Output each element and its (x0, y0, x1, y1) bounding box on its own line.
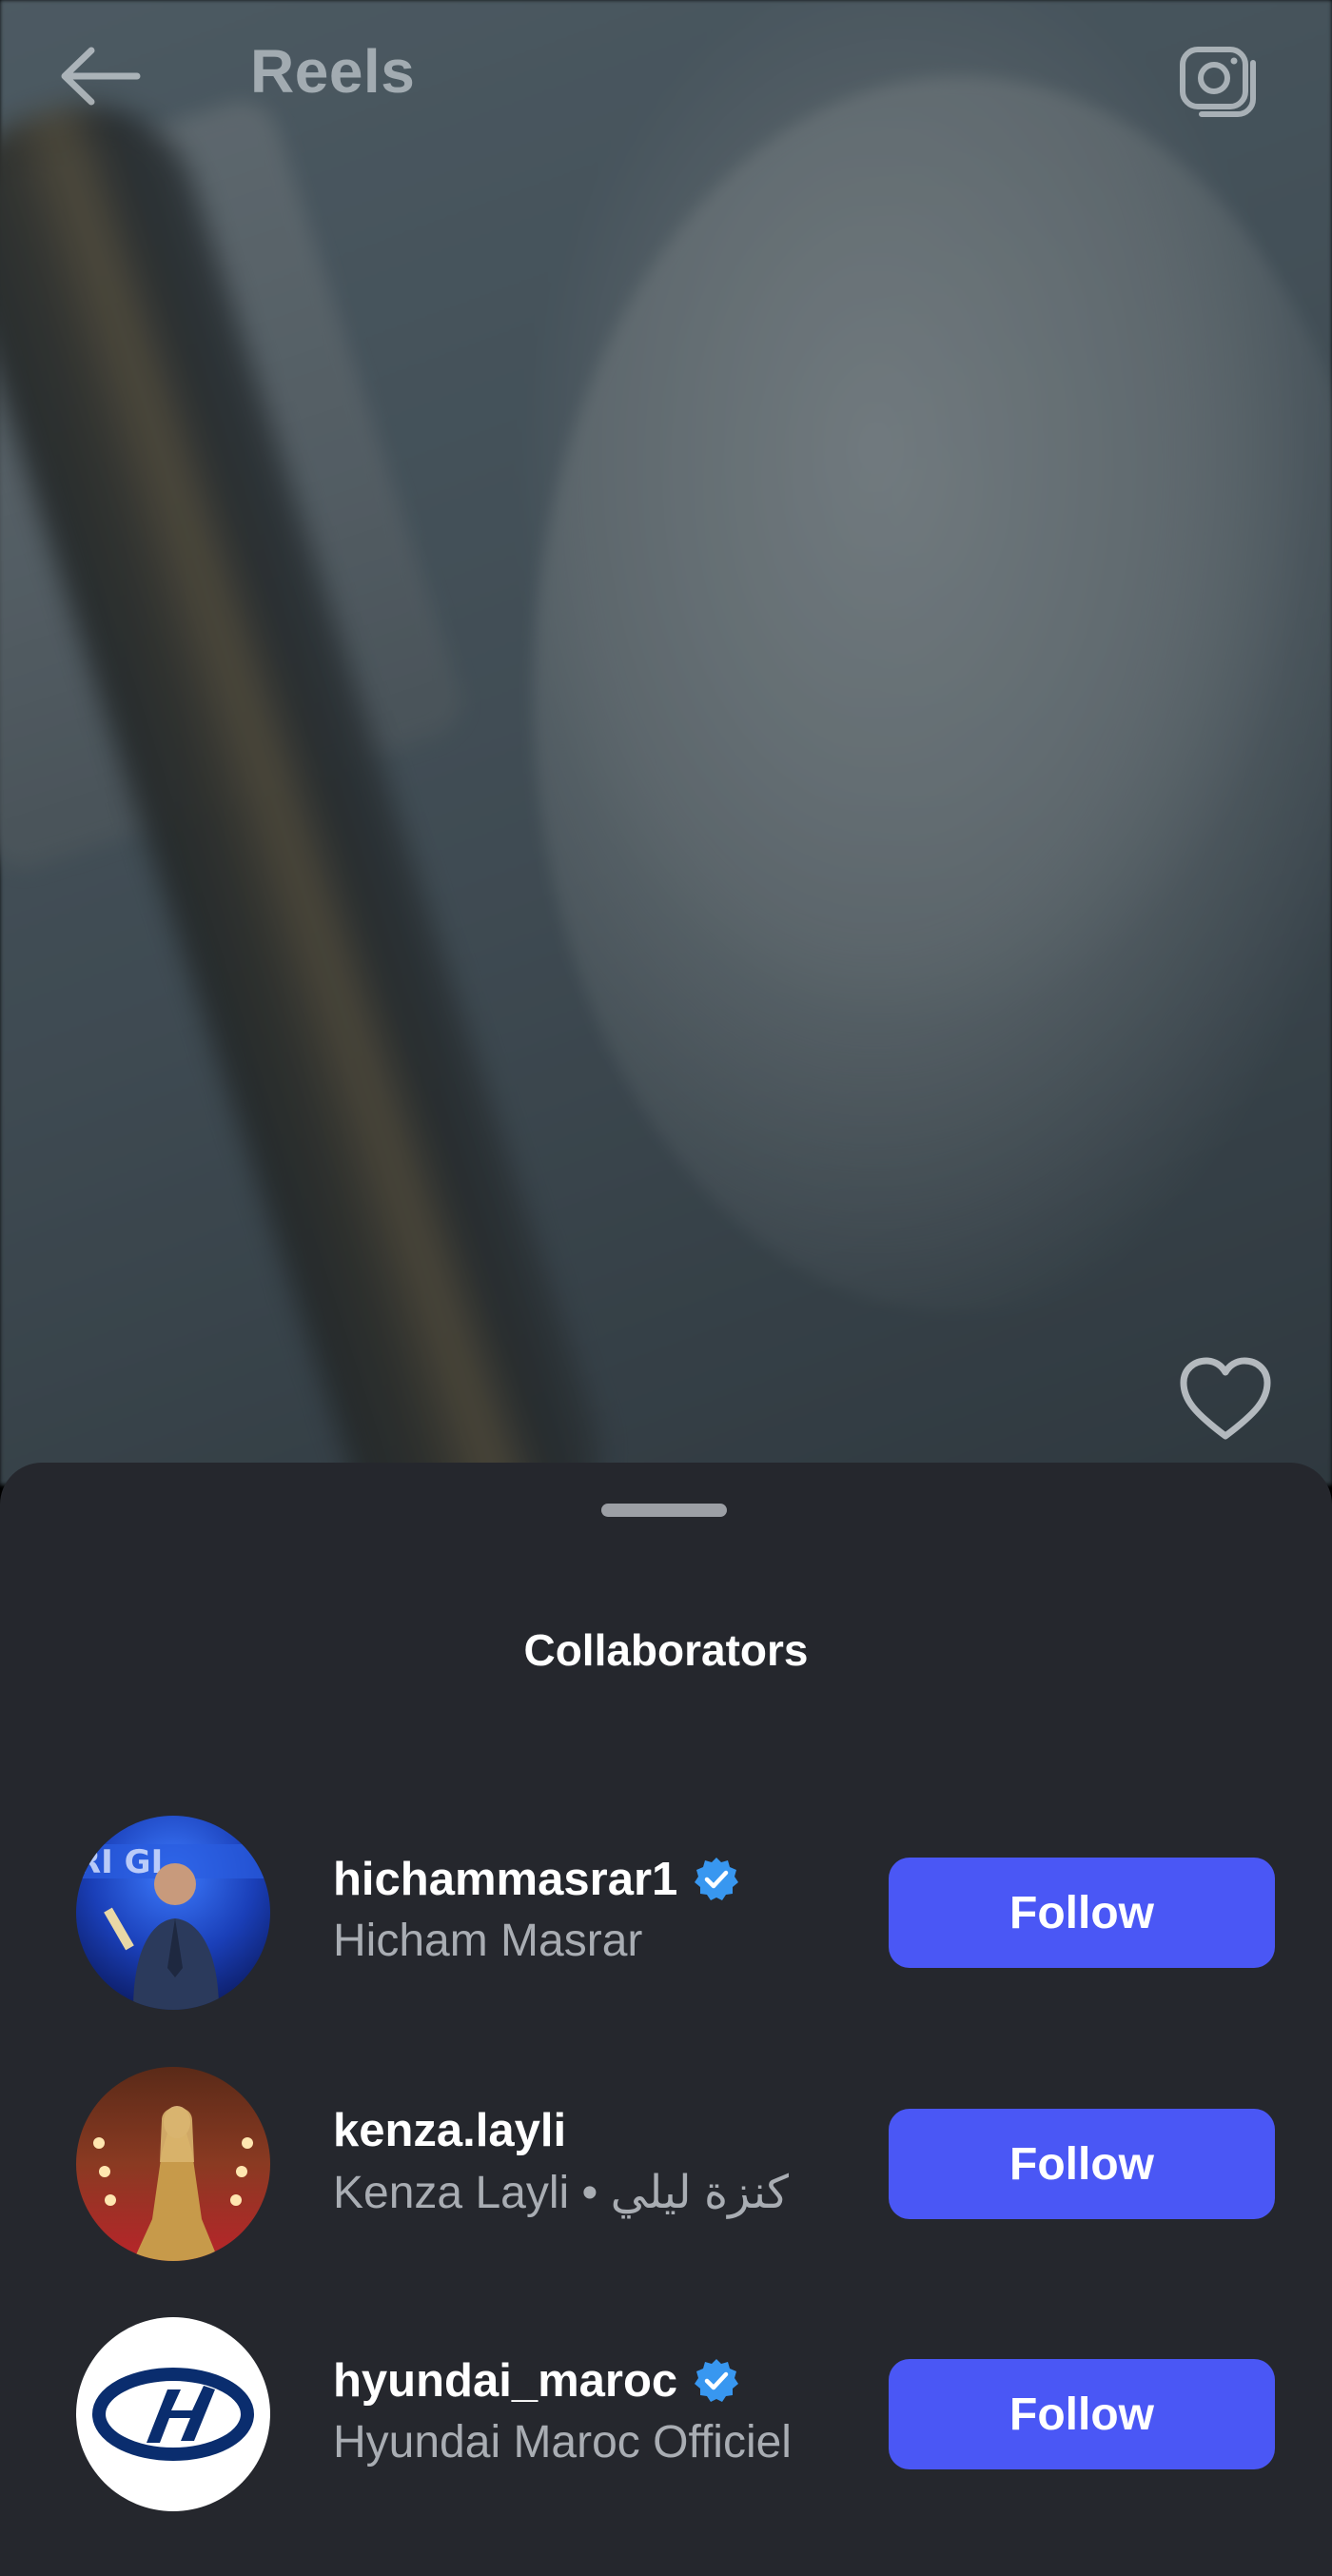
camera-icon (1180, 47, 1256, 117)
follow-button[interactable]: Follow (889, 2109, 1275, 2219)
username[interactable]: hichammasrar1 (333, 1853, 677, 1906)
collaborator-row[interactable]: RI GI hichammasrar1 Hicham Masrar Follow (0, 1816, 1332, 2016)
like-button[interactable] (1172, 1351, 1279, 1446)
avatar[interactable] (76, 2067, 270, 2261)
full-name: Hyundai Maroc Officiel (333, 2417, 792, 2468)
page-title: Reels (250, 37, 416, 106)
top-bar: Reels (0, 0, 1332, 143)
heart-outline-icon (1180, 1357, 1271, 1440)
reel-dim-overlay (0, 0, 1332, 1485)
verified-badge-icon (693, 2357, 740, 2405)
verified-badge-icon (693, 1856, 740, 1903)
back-button[interactable] (48, 29, 152, 124)
collaborators-sheet: Collaborators RI GI hichammasrar1 Hicham… (0, 1463, 1332, 2576)
svg-text:RI GI: RI GI (76, 1843, 163, 1881)
reels-screen: Reels Collaborators RI GI hichammasrar1 … (0, 0, 1332, 2576)
avatar-image (76, 2067, 270, 2261)
follow-button[interactable]: Follow (889, 1858, 1275, 1968)
sheet-title: Collaborators (523, 1625, 809, 1675)
avatar[interactable] (76, 2317, 270, 2511)
user-info: hyundai_maroc Hyundai Maroc Officiel (333, 2351, 866, 2468)
avatar[interactable]: RI GI (76, 1816, 270, 2010)
collaborator-row[interactable]: kenza.layli Kenza Layli • كنزة ليلي Foll… (0, 2067, 1332, 2267)
arrow-left-icon (61, 47, 141, 106)
camera-button[interactable] (1166, 27, 1270, 131)
user-info: hichammasrar1 Hicham Masrar (333, 1850, 866, 1967)
username[interactable]: hyundai_maroc (333, 2354, 677, 2408)
collaborator-row[interactable]: hyundai_maroc Hyundai Maroc Officiel Fol… (0, 2317, 1332, 2517)
full-name: Hicham Masrar (333, 1916, 643, 1966)
follow-button[interactable]: Follow (889, 2359, 1275, 2469)
hyundai-logo-icon (76, 2317, 270, 2511)
avatar-image: RI GI (76, 1816, 270, 2010)
user-info: kenza.layli Kenza Layli • كنزة ليلي (333, 2101, 866, 2219)
full-name: Kenza Layli • كنزة ليلي (333, 2168, 789, 2218)
username[interactable]: kenza.layli (333, 2104, 566, 2157)
sheet-drag-handle[interactable] (601, 1504, 727, 1517)
